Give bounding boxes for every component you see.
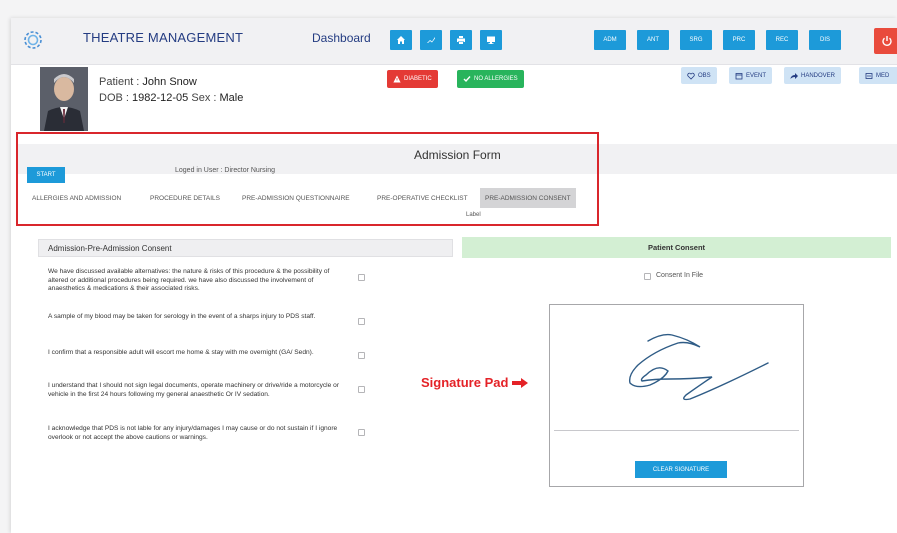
- consent-in-file-checkbox[interactable]: [644, 273, 651, 280]
- print-icon: [457, 36, 465, 44]
- patient-dob-line: DOB : 1982-12-05 Sex : Male: [99, 92, 244, 104]
- patient-photo: [40, 67, 88, 131]
- signature-pad-annotation: Signature Pad: [421, 375, 529, 390]
- share-arrow-icon: [790, 72, 798, 79]
- signature-drawing: [628, 333, 769, 401]
- app-window: THEATRE MANAGEMENT Dashboard ADM ANT SRG…: [11, 18, 897, 533]
- calendar-icon: [735, 72, 743, 79]
- home-button[interactable]: [390, 30, 412, 50]
- consent-checkbox-1[interactable]: [358, 274, 365, 281]
- no-allergies-badge: NO ALLERGIES: [457, 70, 524, 88]
- consent-checkbox-4[interactable]: [358, 386, 365, 393]
- signature-baseline: [554, 430, 799, 431]
- consent-in-file-label: Consent In File: [656, 272, 704, 279]
- consent-item-2: A sample of my blood may be taken for se…: [48, 313, 316, 320]
- patient-name: John Snow: [142, 76, 197, 88]
- chart-icon: [427, 37, 435, 43]
- event-button[interactable]: EVENT: [729, 67, 773, 84]
- patient-sex: Male: [219, 92, 244, 104]
- module-button-dis[interactable]: DIS: [809, 30, 841, 50]
- consent-item-1: We have discussed available alternatives…: [48, 268, 330, 293]
- check-icon: [463, 76, 471, 83]
- med-button[interactable]: MED: [859, 67, 897, 84]
- app-logo-icon: [24, 31, 42, 49]
- consent-item-4: I understand that I should not sign lega…: [48, 382, 340, 398]
- obs-button[interactable]: OBS: [681, 67, 717, 84]
- arrow-right-icon: [512, 377, 529, 388]
- patient-name-line: Patient : John Snow: [99, 76, 197, 88]
- module-button-adm[interactable]: ADM: [594, 30, 626, 50]
- app-title: THEATRE MANAGEMENT: [83, 30, 244, 45]
- dashboard-link[interactable]: Dashboard: [312, 31, 371, 45]
- diabetic-badge: DIABETIC: [387, 70, 438, 88]
- top-header: THEATRE MANAGEMENT Dashboard ADM ANT SRG…: [11, 18, 897, 65]
- handover-button[interactable]: HANDOVER: [784, 67, 842, 84]
- highlight-annotation-box: [16, 132, 599, 226]
- monitor-button[interactable]: [480, 30, 502, 50]
- logout-button[interactable]: [874, 28, 897, 54]
- monitor-icon: [487, 36, 495, 44]
- warning-icon: [393, 75, 401, 83]
- module-button-prc[interactable]: PRC: [723, 30, 755, 50]
- power-icon: [882, 36, 892, 47]
- module-button-srg[interactable]: SRG: [680, 30, 712, 50]
- module-button-ant[interactable]: ANT: [637, 30, 669, 50]
- clear-signature-button[interactable]: CLEAR SIGNATURE: [635, 461, 727, 478]
- heart-icon: [687, 72, 695, 80]
- consent-item-3: I confirm that a responsible adult will …: [48, 349, 314, 356]
- consent-checkbox-3[interactable]: [358, 352, 365, 359]
- module-button-rec[interactable]: REC: [766, 30, 798, 50]
- chart-button[interactable]: [420, 30, 442, 50]
- consent-checkbox-5[interactable]: [358, 429, 365, 436]
- home-icon: [397, 36, 405, 44]
- patient-consent-heading: Patient Consent: [462, 237, 891, 258]
- med-icon: [865, 72, 873, 79]
- consent-item-5: I acknowledge that PDS is not lable for …: [48, 425, 338, 441]
- signature-pad[interactable]: CLEAR SIGNATURE: [549, 304, 804, 487]
- consent-section-heading: Admission-Pre-Admission Consent: [38, 239, 453, 257]
- print-button[interactable]: [450, 30, 472, 50]
- patient-dob: 1982-12-05: [132, 92, 189, 104]
- consent-checkbox-2[interactable]: [358, 318, 365, 325]
